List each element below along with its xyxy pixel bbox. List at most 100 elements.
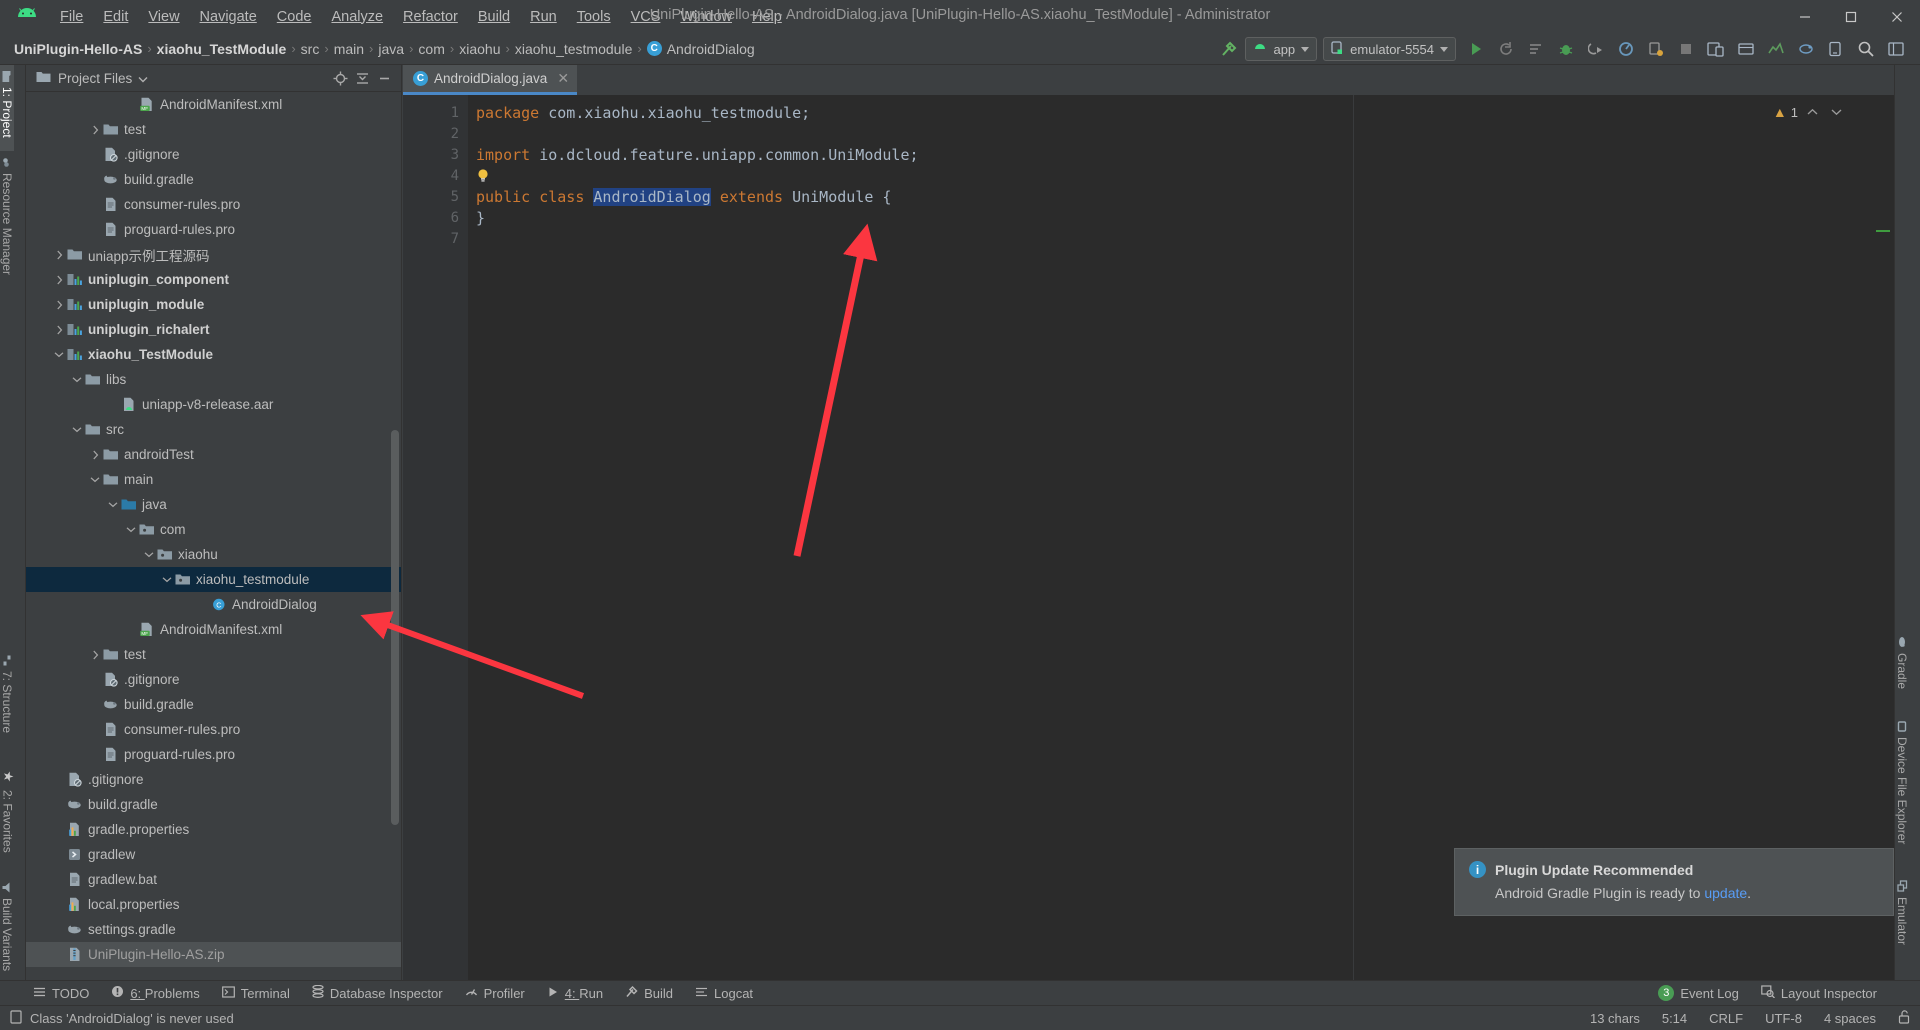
chevron-down-icon[interactable] xyxy=(88,476,102,483)
breadcrumb-item-src[interactable]: src xyxy=(301,41,320,57)
run-icon[interactable] xyxy=(1462,36,1490,62)
chevron-down-icon[interactable] xyxy=(124,526,138,533)
chevron-right-icon[interactable] xyxy=(88,650,102,660)
search-icon[interactable] xyxy=(1852,36,1880,62)
tool-button-layout-inspector[interactable]: Layout Inspector xyxy=(1750,981,1888,1006)
tool-button-build[interactable]: Build xyxy=(614,981,684,1006)
sidebar-item-resource-manager[interactable]: Resource Manager xyxy=(0,151,14,301)
tree-row[interactable]: build.gradle xyxy=(26,792,401,817)
breadcrumb-item-class[interactable]: C AndroidDialog xyxy=(646,41,755,57)
tree-row[interactable]: test xyxy=(26,642,401,667)
chevron-down-icon[interactable] xyxy=(52,351,66,358)
intention-bulb-icon[interactable] xyxy=(476,166,490,187)
chevron-right-icon[interactable] xyxy=(88,450,102,460)
chevron-right-icon[interactable] xyxy=(52,250,66,260)
chevron-down-icon[interactable] xyxy=(160,576,174,583)
layout-editor-icon[interactable] xyxy=(1762,36,1790,62)
close-button[interactable] xyxy=(1874,0,1920,33)
sidebar-item-device-file-explorer[interactable]: Device File Explorer xyxy=(1895,715,1909,875)
sidebar-item-structure[interactable]: 7: Structure xyxy=(0,649,14,764)
tree-row[interactable]: MF AndroidManifest.xml xyxy=(26,617,401,642)
tree-row[interactable]: C AndroidDialog xyxy=(26,592,401,617)
profiler-icon[interactable] xyxy=(1642,36,1670,62)
menu-item-view[interactable]: View xyxy=(138,5,189,29)
code-line[interactable]: public class AndroidDialog extends UniMo… xyxy=(468,187,1894,208)
chevron-up-icon[interactable] xyxy=(1802,103,1822,121)
breadcrumb-item-main[interactable]: main xyxy=(334,41,364,57)
tree-row[interactable]: gradlew xyxy=(26,842,401,867)
code-line[interactable]: import io.dcloud.feature.uniapp.common.U… xyxy=(468,145,1894,166)
menu-item-vcs[interactable]: VCS xyxy=(621,5,671,29)
chevron-right-icon[interactable] xyxy=(52,275,66,285)
close-icon[interactable]: ✕ xyxy=(557,70,569,87)
breadcrumb-item-package[interactable]: xiaohu_testmodule xyxy=(515,41,633,57)
tool-button-profiler[interactable]: Profiler xyxy=(454,981,536,1006)
tree-row[interactable]: uniapp示例工程源码 xyxy=(26,242,401,267)
tool-button-terminal[interactable]: Terminal xyxy=(211,981,301,1006)
avd-manager-icon[interactable] xyxy=(1702,36,1730,62)
chevron-down-icon[interactable] xyxy=(1826,103,1846,121)
tree-row[interactable]: gradle.properties xyxy=(26,817,401,842)
tree-row[interactable]: .gitignore xyxy=(26,667,401,692)
tool-button-todo[interactable]: TODO xyxy=(22,981,100,1006)
tree-row[interactable]: uniplugin_richalert xyxy=(26,317,401,342)
project-structure-icon[interactable] xyxy=(1882,36,1910,62)
indent-setting[interactable]: 4 spaces xyxy=(1824,1011,1876,1026)
tree-row[interactable]: xiaohu xyxy=(26,542,401,567)
sidebar-item-gradle[interactable]: Gradle xyxy=(1895,631,1909,715)
tree-row[interactable]: uniapp-v8-release.aar xyxy=(26,392,401,417)
caret-position[interactable]: 5:14 xyxy=(1662,1011,1687,1026)
menu-item-navigate[interactable]: Navigate xyxy=(190,5,267,29)
menu-item-edit[interactable]: Edit xyxy=(93,5,138,29)
sdk-manager-icon[interactable] xyxy=(1732,36,1760,62)
tool-button-run[interactable]: 4: Run xyxy=(536,981,614,1006)
tree-row[interactable]: xiaohu_TestModule xyxy=(26,342,401,367)
maximize-button[interactable] xyxy=(1828,0,1874,33)
profile-icon[interactable] xyxy=(1612,36,1640,62)
tree-row[interactable]: build.gradle xyxy=(26,167,401,192)
tree-row[interactable]: androidTest xyxy=(26,442,401,467)
chevron-down-icon[interactable] xyxy=(70,426,84,433)
breadcrumb-item-com[interactable]: com xyxy=(418,41,444,57)
code-line[interactable] xyxy=(468,229,1894,250)
chevron-right-icon[interactable] xyxy=(52,300,66,310)
tree-row[interactable]: MF AndroidManifest.xml xyxy=(26,92,401,117)
code-line[interactable] xyxy=(468,124,1894,145)
breadcrumb-item-java[interactable]: java xyxy=(378,41,404,57)
tree-row[interactable]: UniPlugin-Hello-AS.zip xyxy=(26,942,401,967)
chevron-down-icon[interactable] xyxy=(138,71,148,86)
run-configuration-selector[interactable]: app xyxy=(1245,37,1318,61)
apply-code-changes-icon[interactable] xyxy=(1522,36,1550,62)
tree-row[interactable]: settings.gradle xyxy=(26,917,401,942)
chevron-down-icon[interactable] xyxy=(142,551,156,558)
tool-button-problems[interactable]: 6: Problems xyxy=(100,981,210,1006)
breadcrumb-item-module[interactable]: xiaohu_TestModule xyxy=(157,41,287,57)
menu-item-file[interactable]: File xyxy=(50,5,93,29)
collapse-all-icon[interactable] xyxy=(351,67,373,89)
tree-row[interactable]: consumer-rules.pro xyxy=(26,717,401,742)
sidebar-item-emulator[interactable]: Emulator xyxy=(1895,875,1909,980)
menu-item-tools[interactable]: Tools xyxy=(567,5,621,29)
chevron-down-icon[interactable] xyxy=(106,501,120,508)
device-manager-icon[interactable] xyxy=(1822,36,1850,62)
device-selector[interactable]: emulator-5554 xyxy=(1323,37,1456,61)
menu-item-refactor[interactable]: Refactor xyxy=(393,5,468,29)
apply-changes-icon[interactable] xyxy=(1492,36,1520,62)
unlocked-icon[interactable] xyxy=(1898,1009,1910,1027)
tree-row[interactable]: libs xyxy=(26,367,401,392)
notification-popup[interactable]: i Plugin Update Recommended Android Grad… xyxy=(1454,848,1894,916)
sync-gradle-icon[interactable] xyxy=(1792,36,1820,62)
tool-button-event-log[interactable]: 3 Event Log xyxy=(1647,981,1750,1006)
chevron-down-icon[interactable] xyxy=(70,376,84,383)
code-line[interactable] xyxy=(468,166,1894,187)
tree-row[interactable]: xiaohu_testmodule xyxy=(26,567,401,592)
hide-icon[interactable] xyxy=(373,67,395,89)
code-line[interactable]: package com.xiaohu.xiaohu_testmodule; xyxy=(468,103,1894,124)
menu-item-run[interactable]: Run xyxy=(520,5,567,29)
breadcrumb-item-xiaohu[interactable]: xiaohu xyxy=(459,41,500,57)
menu-item-window[interactable]: Window xyxy=(670,5,742,29)
chevron-right-icon[interactable] xyxy=(52,325,66,335)
project-tree[interactable]: MF AndroidManifest.xml test .gitignore build… xyxy=(26,92,401,980)
tree-row[interactable]: gradlew.bat xyxy=(26,867,401,892)
tree-row[interactable]: proguard-rules.pro xyxy=(26,217,401,242)
